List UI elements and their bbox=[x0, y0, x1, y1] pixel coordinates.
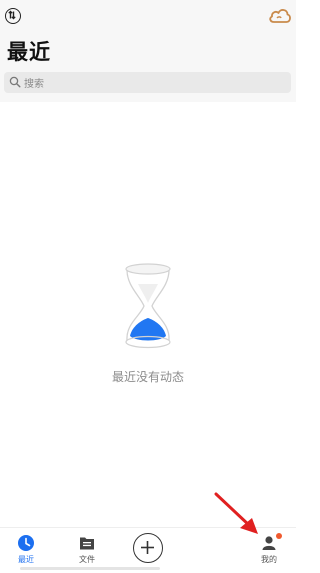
sync-arrows-icon bbox=[8, 10, 17, 20]
tab-mine-label: 我的 bbox=[261, 555, 277, 564]
search-input[interactable]: 搜索 bbox=[4, 72, 291, 93]
cloud-icon[interactable] bbox=[268, 6, 292, 26]
folder-icon bbox=[80, 537, 94, 550]
top-header: 最近 搜索 bbox=[0, 0, 296, 102]
empty-message: 最近没有动态 bbox=[111, 370, 184, 384]
add-button[interactable] bbox=[133, 533, 163, 563]
annotation-arrow-icon bbox=[214, 492, 258, 534]
home-indicator bbox=[20, 567, 160, 570]
empty-state: 最近没有动态 bbox=[0, 262, 296, 392]
add-icon bbox=[141, 541, 154, 554]
clock-icon bbox=[18, 535, 34, 551]
hourglass-icon bbox=[125, 263, 171, 349]
tab-files[interactable]: 文件 bbox=[67, 528, 107, 570]
search-placeholder: 搜索 bbox=[24, 79, 44, 90]
tab-recent-label: 最近 bbox=[18, 555, 34, 564]
sync-icon[interactable] bbox=[5, 8, 21, 24]
page-title: 最近 bbox=[7, 40, 51, 64]
tab-files-label: 文件 bbox=[79, 555, 95, 564]
tab-recent[interactable]: 最近 bbox=[6, 528, 46, 570]
notification-badge bbox=[276, 533, 282, 539]
search-icon bbox=[9, 76, 21, 88]
